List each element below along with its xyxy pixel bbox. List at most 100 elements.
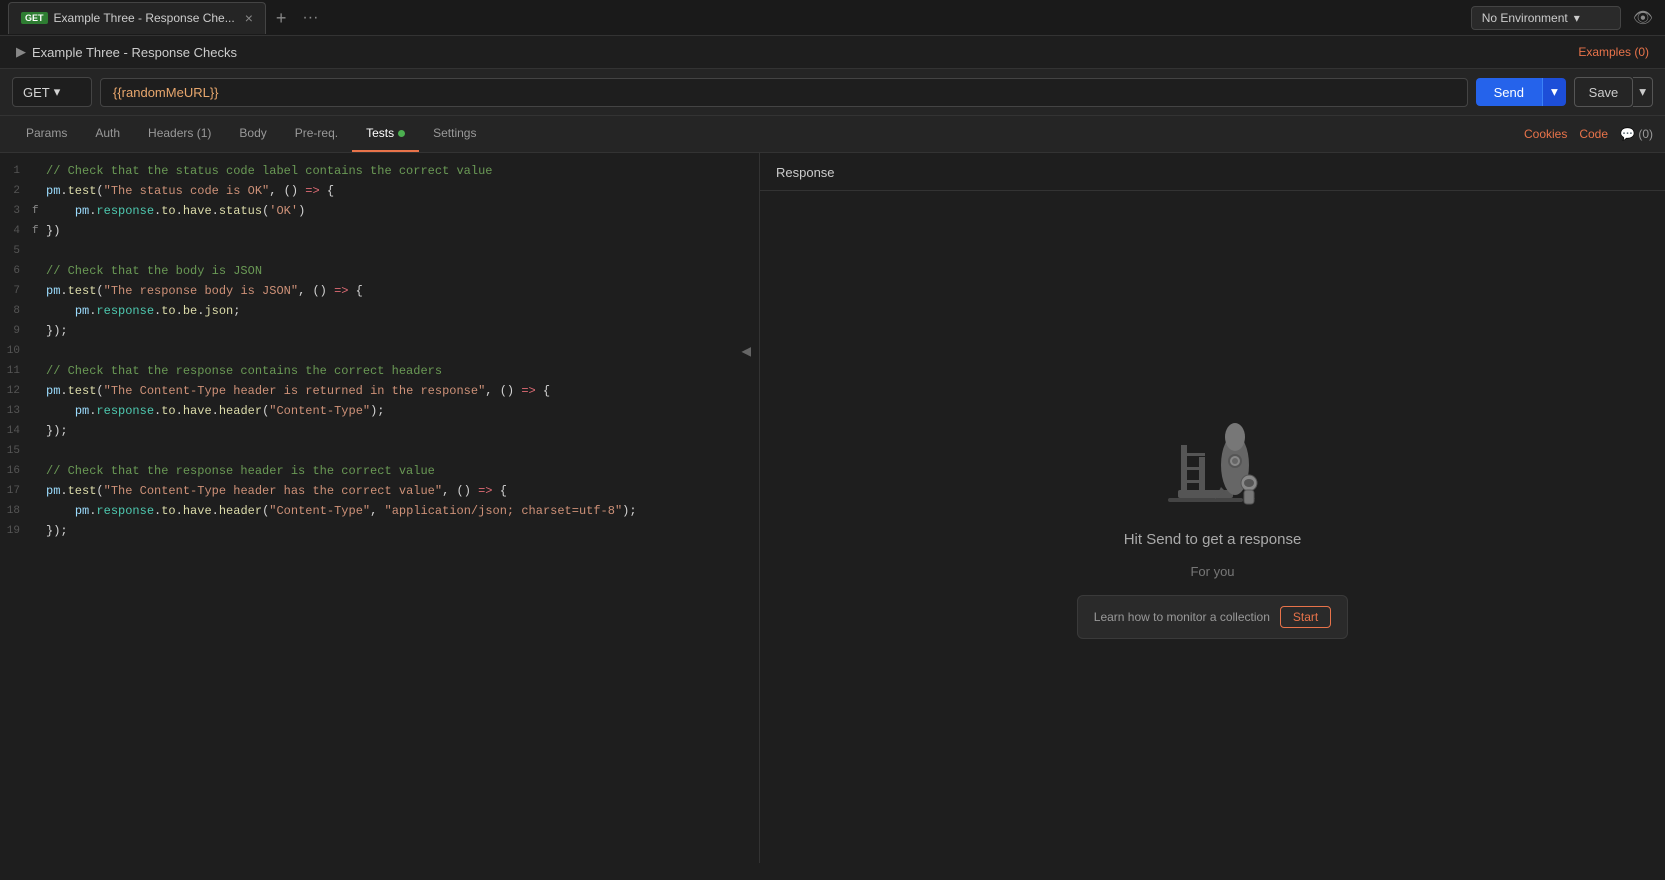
env-dropdown-arrow-icon: ▾ <box>1574 11 1580 25</box>
line-code: // Check that the body is JSON <box>46 261 262 281</box>
line-code: pm.response.to.have.header("Content-Type… <box>46 401 385 421</box>
code-line: 10 <box>0 341 759 361</box>
line-number: 10 <box>4 341 32 361</box>
tab-prereq[interactable]: Pre-req. <box>281 116 352 152</box>
line-code: }); <box>46 321 68 341</box>
send-button[interactable]: Send <box>1476 78 1542 106</box>
line-number: 8 <box>4 301 32 321</box>
add-tab-button[interactable]: + <box>268 9 295 27</box>
line-number: 2 <box>4 181 32 201</box>
examples-link[interactable]: Examples (0) <box>1578 45 1649 59</box>
line-number: 18 <box>4 501 32 521</box>
main-content: 1 // Check that the status code label con… <box>0 153 1665 863</box>
environment-label: No Environment <box>1482 11 1568 25</box>
line-number: 17 <box>4 481 32 501</box>
breadcrumb-chevron-icon: ▶ <box>16 44 26 60</box>
save-dropdown-button[interactable]: ▾ <box>1633 77 1653 107</box>
monitor-collection-card: Learn how to monitor a collection Start <box>1077 595 1348 639</box>
line-code: }) <box>46 221 60 241</box>
code-line: 17pm.test("The Content-Type header has t… <box>0 481 759 501</box>
comments-count: (0) <box>1638 127 1653 141</box>
code-line: 4f}) <box>0 221 759 241</box>
top-bar: GET Example Three - Response Che... × + … <box>0 0 1665 36</box>
method-dropdown-arrow-icon: ▾ <box>54 84 61 100</box>
line-code: // Check that the response header is the… <box>46 461 435 481</box>
line-prefix: f <box>32 221 46 241</box>
tab-auth[interactable]: Auth <box>81 116 134 152</box>
save-button[interactable]: Save <box>1574 77 1634 107</box>
code-line: 16 // Check that the response header is t… <box>0 461 759 481</box>
line-number: 14 <box>4 421 32 441</box>
cookies-link[interactable]: Cookies <box>1524 127 1567 141</box>
line-number: 12 <box>4 381 32 401</box>
code-line: 15 <box>0 441 759 461</box>
tab-tests-label: Tests <box>366 126 394 140</box>
line-code: // Check that the response contains the … <box>46 361 442 381</box>
code-line: 12 pm.test("The Content-Type header is re… <box>0 381 759 401</box>
line-code: pm.test("The Content-Type header is retu… <box>46 381 550 401</box>
tests-code-editor[interactable]: 1 // Check that the status code label con… <box>0 153 760 863</box>
breadcrumb-row: ▶ Example Three - Response Checks Exampl… <box>0 36 1665 69</box>
comments-icon: 💬 <box>1620 127 1635 141</box>
line-code: pm.response.to.have.header("Content-Type… <box>46 501 637 521</box>
response-panel: Response <box>760 153 1665 863</box>
more-tabs-button[interactable]: ··· <box>294 9 326 27</box>
code-line: 7 pm.test("The response body is JSON", ()… <box>0 281 759 301</box>
line-code: pm.test("The status code is OK", () => { <box>46 181 334 201</box>
code-line: 9}); <box>0 321 759 341</box>
line-code: pm.test("The response body is JSON", () … <box>46 281 363 301</box>
tab-tests[interactable]: Tests <box>352 116 419 152</box>
code-line: 11 // Check that the response contains th… <box>0 361 759 381</box>
line-number: 9 <box>4 321 32 341</box>
response-empty-state: Hit Send to get a response For you Learn… <box>760 191 1665 863</box>
environment-eye-button[interactable]: 👁 <box>1629 4 1657 32</box>
response-panel-title: Response <box>776 165 1649 190</box>
tab-title: Example Three - Response Che... <box>54 11 235 25</box>
start-monitor-button[interactable]: Start <box>1280 606 1331 628</box>
line-number: 1 <box>4 161 32 181</box>
tab-settings[interactable]: Settings <box>419 116 490 152</box>
tab-close-icon[interactable]: × <box>245 10 253 26</box>
send-dropdown-button[interactable]: ▾ <box>1542 78 1566 106</box>
url-input[interactable] <box>100 78 1468 107</box>
line-number: 13 <box>4 401 32 421</box>
line-number: 3 <box>4 201 32 221</box>
line-code: pm.response.to.be.json; <box>46 301 240 321</box>
line-number: 11 <box>4 361 32 381</box>
code-line: 3f pm.response.to.have.status('OK') <box>0 201 759 221</box>
rocket-illustration <box>1153 415 1273 515</box>
code-line: 14}); <box>0 421 759 441</box>
environment-selector[interactable]: No Environment ▾ <box>1471 6 1621 30</box>
code-link[interactable]: Code <box>1579 127 1608 141</box>
tab-body[interactable]: Body <box>225 116 280 152</box>
line-number: 5 <box>4 241 32 261</box>
line-code: }); <box>46 521 68 541</box>
line-code: }); <box>46 421 68 441</box>
tab-headers[interactable]: Headers (1) <box>134 116 225 152</box>
method-label: GET <box>23 85 50 100</box>
tab-params[interactable]: Params <box>12 116 81 152</box>
comments-link[interactable]: 💬 (0) <box>1620 127 1653 141</box>
code-line: 1 // Check that the status code label con… <box>0 161 759 181</box>
line-number: 7 <box>4 281 32 301</box>
collapse-panel-icon[interactable]: ◀ <box>741 341 751 361</box>
line-prefix: f <box>32 201 46 221</box>
tab-tests-active-dot <box>398 130 405 137</box>
code-lines: 1 // Check that the status code label con… <box>0 153 759 549</box>
code-line: 5 <box>0 241 759 261</box>
code-line: 8 pm.response.to.be.json; <box>0 301 759 321</box>
code-line: 13 pm.response.to.have.header("Content-T… <box>0 401 759 421</box>
line-number: 4 <box>4 221 32 241</box>
line-number: 19 <box>4 521 32 541</box>
code-line: 2 pm.test("The status code is OK", () => … <box>0 181 759 201</box>
line-code: // Check that the status code label cont… <box>46 161 492 181</box>
for-you-label: For you <box>1190 564 1234 579</box>
line-number: 16 <box>4 461 32 481</box>
active-tab[interactable]: GET Example Three - Response Che... × <box>8 2 266 34</box>
request-tabs-row: Params Auth Headers (1) Body Pre-req. Te… <box>0 116 1665 153</box>
method-selector[interactable]: GET ▾ <box>12 77 92 107</box>
line-code: pm.response.to.have.status('OK') <box>46 201 305 221</box>
line-number: 15 <box>4 441 32 461</box>
line-number: 6 <box>4 261 32 281</box>
request-row: GET ▾ Send ▾ Save ▾ <box>0 69 1665 116</box>
